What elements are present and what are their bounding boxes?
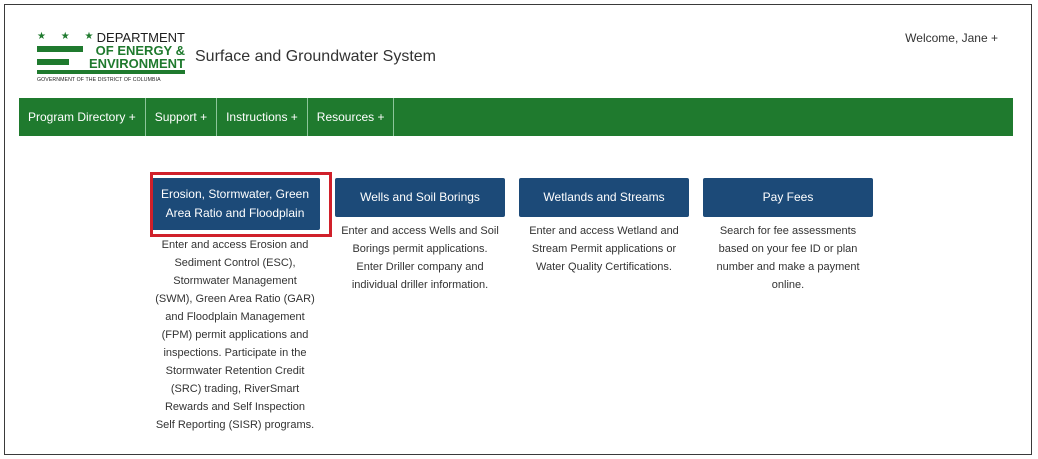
pay-fees-button[interactable]: Pay Fees bbox=[703, 178, 873, 217]
app-title: Surface and Groundwater System bbox=[195, 48, 437, 65]
doee-logo[interactable]: ★ ★ ★ DEPARTMENT OF ENERGY & ENVIRONMENT… bbox=[37, 31, 185, 86]
user-menu[interactable]: Welcome, Jane + bbox=[905, 31, 998, 45]
card-erosion-stormwater: Erosion, Stormwater, Green Area Ratio an… bbox=[150, 178, 320, 434]
logo-subtitle: GOVERNMENT OF THE DISTRICT OF COLUMBIA bbox=[37, 77, 161, 83]
wetlands-streams-button[interactable]: Wetlands and Streams bbox=[519, 178, 689, 217]
nav-program-directory[interactable]: Program Directory + bbox=[19, 98, 146, 136]
app-frame: ★ ★ ★ DEPARTMENT OF ENERGY & ENVIRONMENT… bbox=[4, 4, 1032, 455]
stars-icon: ★ ★ ★ bbox=[37, 31, 100, 42]
nav-instructions[interactable]: Instructions + bbox=[217, 98, 308, 136]
card-wetlands-streams: Wetlands and Streams Enter and access We… bbox=[519, 178, 689, 276]
nav-support[interactable]: Support + bbox=[146, 98, 218, 136]
logo-line-environment: ENVIRONMENT bbox=[88, 56, 185, 71]
wells-soil-borings-button[interactable]: Wells and Soil Borings bbox=[335, 178, 505, 217]
card-pay-fees: Pay Fees Search for fee assessments base… bbox=[703, 178, 873, 294]
logo-bar bbox=[37, 46, 83, 52]
card-description: Enter and access Wetland and Stream Perm… bbox=[529, 225, 679, 273]
card-description: Enter and access Wells and Soil Borings … bbox=[341, 225, 499, 291]
card-description: Enter and access Erosion and Sediment Co… bbox=[155, 239, 315, 431]
logo-bar bbox=[37, 70, 185, 74]
logo-bar bbox=[37, 59, 69, 65]
card-wells-soil-borings: Wells and Soil Borings Enter and access … bbox=[335, 178, 505, 294]
card-description: Search for fee assessments based on your… bbox=[716, 225, 860, 291]
nav-resources[interactable]: Resources + bbox=[308, 98, 395, 136]
erosion-stormwater-button[interactable]: Erosion, Stormwater, Green Area Ratio an… bbox=[150, 178, 320, 230]
main-nav: Program Directory + Support + Instructio… bbox=[19, 98, 1013, 136]
